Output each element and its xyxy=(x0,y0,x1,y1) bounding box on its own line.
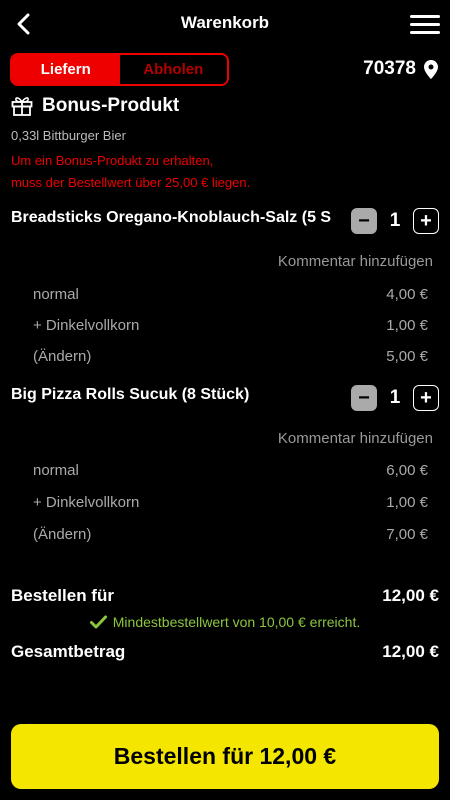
order-button[interactable]: Bestellen für 12,00 € xyxy=(11,724,439,789)
total-row: Gesamtbetrag 12,00 € xyxy=(11,642,439,661)
change-link[interactable]: (Ändern) xyxy=(33,526,91,543)
list-item[interactable]: (Ändern) 7,00 € xyxy=(33,526,428,543)
bonus-title: Bonus-Produkt xyxy=(42,95,180,116)
decrease-quantity-button[interactable]: − xyxy=(351,385,377,411)
app-header: Warenkorb xyxy=(0,0,450,48)
bonus-product: 0,33l Bittburger Bier xyxy=(11,128,126,143)
bonus-warning: Um ein Bonus-Produkt zu erhalten, muss d… xyxy=(11,153,251,190)
list-item[interactable]: (Ändern) 5,00 € xyxy=(33,348,428,365)
order-for-row: Bestellen für 12,00 € xyxy=(11,586,439,605)
postal-code-selector[interactable]: 70378 xyxy=(363,58,438,80)
back-button[interactable] xyxy=(10,10,38,38)
list-item: normal 6,00 € xyxy=(33,462,428,479)
chevron-left-icon xyxy=(17,13,30,35)
increase-quantity-button[interactable]: + xyxy=(413,385,439,411)
list-item: + Dinkelvollkorn 1,00 € xyxy=(33,317,428,334)
list-item: + Dinkelvollkorn 1,00 € xyxy=(33,494,428,511)
checkmark-icon xyxy=(89,615,107,629)
postal-code: 70378 xyxy=(363,58,416,79)
increase-quantity-button[interactable]: + xyxy=(413,208,439,234)
hamburger-menu-button[interactable] xyxy=(408,10,442,38)
quantity-stepper: − 1 + xyxy=(351,208,439,234)
tab-liefern[interactable]: Liefern xyxy=(12,55,120,84)
list-item: normal 4,00 € xyxy=(33,286,428,303)
decrease-quantity-button[interactable]: − xyxy=(351,208,377,234)
change-link[interactable]: (Ändern) xyxy=(33,348,91,365)
quantity-stepper: − 1 + xyxy=(351,385,439,411)
delivery-mode-toggle: Liefern Abholen xyxy=(10,53,229,86)
item-name: Big Pizza Rolls Sucuk (8 Stück) xyxy=(11,386,250,403)
page-title: Warenkorb xyxy=(180,13,270,32)
map-pin-icon xyxy=(424,59,438,79)
add-comment-link[interactable]: Kommentar hinzufügen xyxy=(278,253,433,270)
item-name: Breadsticks Oregano-Knoblauch-Salz (5 S xyxy=(11,209,332,226)
add-comment-link[interactable]: Kommentar hinzufügen xyxy=(278,430,433,447)
hamburger-menu-icon xyxy=(410,14,440,18)
quantity-value: 1 xyxy=(389,387,401,408)
gift-icon xyxy=(11,97,33,116)
bonus-header: Bonus-Produkt xyxy=(11,95,179,117)
quantity-value: 1 xyxy=(389,210,401,231)
min-order-status: Mindestbestellwert von 10,00 € erreicht. xyxy=(0,614,450,630)
tab-abholen[interactable]: Abholen xyxy=(119,55,227,84)
